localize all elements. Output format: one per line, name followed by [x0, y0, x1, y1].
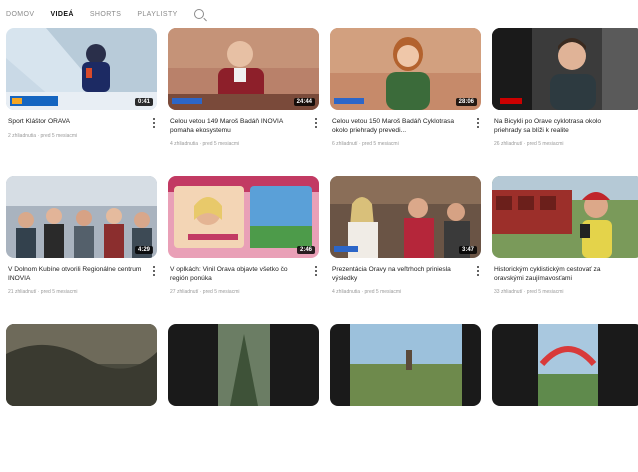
- video-thumbnail[interactable]: 3:47: [330, 176, 481, 258]
- more-options-icon[interactable]: [475, 117, 481, 129]
- more-options-icon[interactable]: [313, 117, 319, 129]
- video-stats: 6 zhliadnutí · pred 5 mesiacmi: [332, 141, 399, 148]
- tab-playlists[interactable]: Playlisty: [137, 11, 177, 18]
- video-duration: 2:46: [296, 246, 315, 254]
- video-thumbnail[interactable]: [330, 324, 481, 406]
- video-stats: 21 zhliadnutí · pred 5 mesiacmi: [8, 289, 78, 296]
- video-duration: 0:41: [134, 98, 153, 106]
- video-card[interactable]: 24:44 Celou vetou 149 Maroš Badáň INOVIA…: [168, 28, 319, 176]
- tab-videos[interactable]: Videá: [50, 11, 73, 18]
- video-card[interactable]: [168, 324, 319, 472]
- video-thumbnail[interactable]: 24:44: [168, 28, 319, 110]
- more-options-icon[interactable]: [151, 117, 157, 129]
- video-card[interactable]: 4:29 V Dolnom Kubíne otvorili Regionálne…: [6, 176, 157, 324]
- video-thumbnail[interactable]: [168, 324, 319, 406]
- more-options-icon[interactable]: [475, 265, 481, 277]
- video-thumbnail[interactable]: [492, 176, 638, 258]
- video-title[interactable]: Celou vetou 150 Maroš Badáň Cyklotrasa o…: [332, 118, 467, 135]
- video-stats: 2 zhliadnutia · pred 5 mesiacmi: [8, 132, 78, 139]
- more-options-icon[interactable]: [151, 265, 157, 277]
- video-title[interactable]: Na Bicykli po Orave cyklotrasa okolo pri…: [494, 118, 629, 135]
- video-card[interactable]: 28:06 Celou vetou 150 Maroš Badáň Cyklot…: [330, 28, 481, 176]
- video-thumbnail[interactable]: [492, 28, 638, 110]
- video-card[interactable]: [330, 324, 481, 472]
- channel-tabs: Domov Videá Shorts Playlisty: [6, 8, 204, 20]
- video-card[interactable]: [6, 324, 157, 472]
- video-title[interactable]: Šport Kláštor ORAVA: [8, 118, 143, 127]
- video-stats: 4 zhliadnutia · pred 5 mesiacmi: [170, 141, 240, 148]
- video-stats: 4 zhliadnutia · pred 5 mesiacmi: [332, 289, 402, 296]
- video-card[interactable]: 3:47 Prezentácia Oravy na veľtrhoch prin…: [330, 176, 481, 324]
- video-title[interactable]: Celou vetou 149 Maroš Badáň INOVIA pomah…: [170, 118, 305, 135]
- video-stats: 33 zhliadnutí · pred 5 mesiacmi: [494, 289, 564, 296]
- video-card[interactable]: Na Bicykli po Orave cyklotrasa okolo pri…: [492, 28, 638, 176]
- video-card[interactable]: 2:46 V oplkách: Vinil Orava objavte všet…: [168, 176, 319, 324]
- video-thumbnail[interactable]: 4:29: [6, 176, 157, 258]
- search-icon[interactable]: [193, 9, 204, 19]
- more-options-icon[interactable]: [313, 265, 319, 277]
- video-thumbnail[interactable]: [6, 324, 157, 406]
- video-card[interactable]: 0:41 Šport Kláštor ORAVA 2 zhliadnutia ·…: [6, 28, 157, 176]
- video-duration: 24:44: [293, 98, 315, 106]
- video-duration: 3:47: [458, 246, 477, 254]
- video-duration: 4:29: [134, 246, 153, 254]
- video-card[interactable]: [492, 324, 638, 472]
- video-title[interactable]: V oplkách: Vinil Orava objavte všetko čo…: [170, 266, 305, 283]
- video-thumbnail[interactable]: 28:06: [330, 28, 481, 110]
- video-card[interactable]: Historickým cyklistickým cestovať za ora…: [492, 176, 638, 324]
- tab-home[interactable]: Domov: [6, 11, 34, 18]
- video-title[interactable]: Historickým cyklistickým cestovať za ora…: [494, 266, 629, 283]
- video-thumbnail[interactable]: [492, 324, 638, 406]
- video-duration: 28:06: [455, 98, 477, 106]
- video-grid: 0:41 Šport Kláštor ORAVA 2 zhliadnutia ·…: [6, 28, 638, 472]
- tab-shorts[interactable]: Shorts: [90, 11, 121, 18]
- video-thumbnail[interactable]: 0:41: [6, 28, 157, 110]
- video-stats: 27 zhliadnutí · pred 5 mesiacmi: [170, 289, 240, 296]
- video-title[interactable]: V Dolnom Kubíne otvorili Regionálne cent…: [8, 266, 143, 283]
- video-thumbnail[interactable]: 2:46: [168, 176, 319, 258]
- video-title[interactable]: Prezentácia Oravy na veľtrhoch priniesla…: [332, 266, 467, 283]
- video-stats: 26 zhliadnutí · pred 5 mesiacmi: [494, 141, 564, 148]
